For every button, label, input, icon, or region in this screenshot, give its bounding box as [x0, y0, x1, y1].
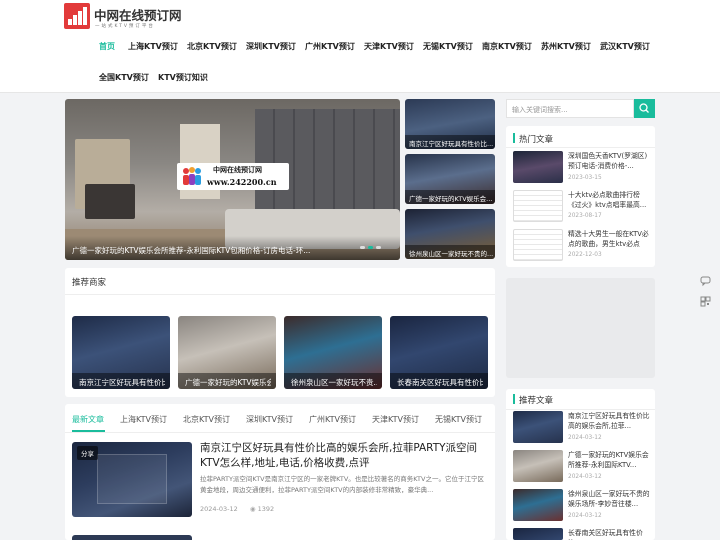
nav-item-nanjing[interactable]: 南京KTV预订	[482, 41, 532, 52]
recommended-article-thumb[interactable]	[513, 411, 563, 443]
qrcode-button[interactable]	[698, 294, 713, 309]
tab-beijing[interactable]: 北京KTV预订	[183, 414, 230, 425]
tab-active-underline	[72, 430, 105, 432]
recommended-article-date: 2024-03-12	[568, 474, 602, 480]
merchant-caption: 南京江宁区好玩具有性价比...	[79, 378, 165, 387]
hero-slider[interactable]: 中网在线预订网 www.242200.cn 广德一家好玩的KTV娱乐会所推荐-永…	[65, 99, 400, 260]
nav-item-wuxi[interactable]: 无锡KTV预订	[423, 41, 473, 52]
slider-dot[interactable]	[360, 246, 365, 249]
recommended-article-thumb[interactable]	[513, 489, 563, 521]
eye-icon: ◉	[249, 505, 256, 513]
tab-guangzhou[interactable]: 广州KTV预订	[309, 414, 356, 425]
qrcode-icon	[700, 296, 711, 307]
recommended-article-title[interactable]: 徐州泉山区一家好玩不贵的娱乐场所-李妙音往楼...	[568, 489, 650, 509]
recommended-article-date: 2024-03-12	[568, 435, 602, 441]
hot-article-date: 2023-03-15	[568, 175, 602, 181]
featured-thumb-2[interactable]: 广德一家好玩的KTV娱乐会...	[405, 154, 495, 204]
nav-item-guangzhou[interactable]: 广州KTV预订	[305, 41, 355, 52]
featured-thumb-1[interactable]: 南京江宁区好玩具有性价比...	[405, 99, 495, 149]
article-meta: 2024-03-12 ◉ 1392	[200, 505, 274, 513]
hot-article-title[interactable]: 精选十大男生一般在KTV必点的歌曲，男生ktv必点	[568, 229, 650, 249]
article-views: 1392	[257, 505, 275, 513]
family-icon	[183, 167, 201, 185]
hot-article-date: 2023-08-17	[568, 213, 602, 219]
recommended-article-date: 2024-03-12	[568, 513, 602, 519]
watermark-site-name: 中网在线预订网	[213, 166, 262, 174]
featured-thumb-caption: 广德一家好玩的KTV娱乐会...	[409, 195, 493, 203]
watermark-url: www.242200.cn	[207, 177, 277, 187]
hot-article-thumb[interactable]	[513, 151, 563, 183]
nav-item-knowledge[interactable]: KTV预订知识	[158, 72, 208, 83]
recommended-articles-title: 推荐文章	[519, 396, 554, 406]
article-date: 2024-03-12	[200, 505, 238, 513]
nav-item-suzhou[interactable]: 苏州KTV预订	[541, 41, 591, 52]
recommended-article-title[interactable]: 广德一家好玩的KTV娱乐会所推荐-永利国际KTV...	[568, 450, 650, 470]
recommended-article-title[interactable]: 南京江宁区好玩具有性价比高的娱乐会所,拉菲...	[568, 411, 650, 431]
nav-item-shenzhen[interactable]: 深圳KTV预订	[246, 41, 296, 52]
nav-item-beijing[interactable]: 北京KTV预订	[187, 41, 237, 52]
hot-article-thumb[interactable]	[513, 190, 563, 222]
featured-thumb-caption: 南京江宁区好玩具有性价比...	[409, 140, 493, 148]
tab-shanghai[interactable]: 上海KTV预订	[120, 414, 167, 425]
logo-icon	[64, 3, 90, 29]
ad-placeholder	[506, 278, 655, 378]
slider-dot-active[interactable]	[368, 246, 373, 249]
featured-thumb-3[interactable]: 徐州泉山区一家好玩不贵的...	[405, 209, 495, 259]
slider-dot[interactable]	[376, 246, 381, 249]
hot-article-date: 2022-12-03	[568, 252, 602, 258]
nav-item-tianjin[interactable]: 天津KTV预订	[364, 41, 414, 52]
recommended-article-title[interactable]: 长春南关区好玩具有性价比...	[568, 528, 650, 540]
merchant-caption: 长春南关区好玩具有性价比...	[397, 378, 483, 387]
chat-icon	[700, 276, 711, 287]
site-logo[interactable]: 中网在线预订网 一站式KTV预订平台	[64, 3, 182, 33]
next-article-thumbnail[interactable]	[72, 535, 192, 540]
slider-caption-text: 广德一家好玩的KTV娱乐会所推荐-永利国际KTV包厢价格-订房电话-环...	[72, 246, 311, 255]
tab-tianjin[interactable]: 天津KTV预订	[372, 414, 419, 425]
logo-title: 中网在线预订网	[94, 8, 182, 23]
merchant-caption: 徐州泉山区一家好玩不贵...	[291, 378, 377, 387]
article-excerpt: 拉菲PARTY派空间KTV是南京江宁区的一家老牌KTV。也是比较著名的商务KTV…	[200, 475, 484, 494]
slider-watermark: 中网在线预订网 www.242200.cn	[177, 163, 289, 190]
hot-article-thumb[interactable]	[513, 229, 563, 261]
tab-latest[interactable]: 最新文章	[72, 414, 104, 425]
article-badge: 分享	[77, 446, 98, 460]
merchants-title: 推荐商家	[72, 278, 107, 288]
chat-button[interactable]	[698, 273, 713, 288]
article-title[interactable]: 南京江宁区好玩具有性价比高的娱乐会所,拉菲PARTY派空间KTV怎么样,地址,电…	[200, 441, 488, 471]
tab-wuxi[interactable]: 无锡KTV预订	[435, 414, 482, 425]
recommended-article-thumb[interactable]	[513, 450, 563, 482]
hot-articles-title: 热门文章	[519, 135, 554, 145]
nav-item-wuhan[interactable]: 武汉KTV预订	[600, 41, 650, 52]
search-button[interactable]	[634, 99, 655, 118]
hot-article-title[interactable]: 十大ktv必点歌曲排行榜《过火》ktv点唱率最高...	[568, 190, 650, 210]
nav-item-national[interactable]: 全国KTV预订	[99, 72, 149, 83]
merchant-card-4[interactable]: 长春南关区好玩具有性价比...	[390, 316, 488, 389]
merchant-caption: 广德一家好玩的KTV娱乐会...	[185, 378, 271, 387]
tab-shenzhen[interactable]: 深圳KTV预订	[246, 414, 293, 425]
search-input[interactable]: 输入关键词搜索...	[506, 99, 634, 118]
search-icon	[639, 103, 649, 113]
nav-item-home[interactable]: 首页	[99, 41, 115, 52]
merchant-card-3[interactable]: 徐州泉山区一家好玩不贵...	[284, 316, 382, 389]
featured-thumb-caption: 徐州泉山区一家好玩不贵的...	[409, 250, 493, 258]
merchant-card-1[interactable]: 南京江宁区好玩具有性价比...	[72, 316, 170, 389]
site-header: 中网在线预订网 一站式KTV预订平台 首页 上海KTV预订 北京KTV预订 深圳…	[0, 0, 720, 93]
merchant-card-2[interactable]: 广德一家好玩的KTV娱乐会...	[178, 316, 276, 389]
hot-article-title[interactable]: 深圳国色天香KTV(罗湖区)预订电话-消费价格-...	[568, 151, 650, 171]
recommended-article-thumb[interactable]	[513, 528, 563, 540]
slider-caption[interactable]: 广德一家好玩的KTV娱乐会所推荐-永利国际KTV包厢价格-订房电话-环...	[65, 236, 400, 260]
logo-subtitle: 一站式KTV预订平台	[95, 24, 155, 29]
nav-item-shanghai[interactable]: 上海KTV预订	[128, 41, 178, 52]
